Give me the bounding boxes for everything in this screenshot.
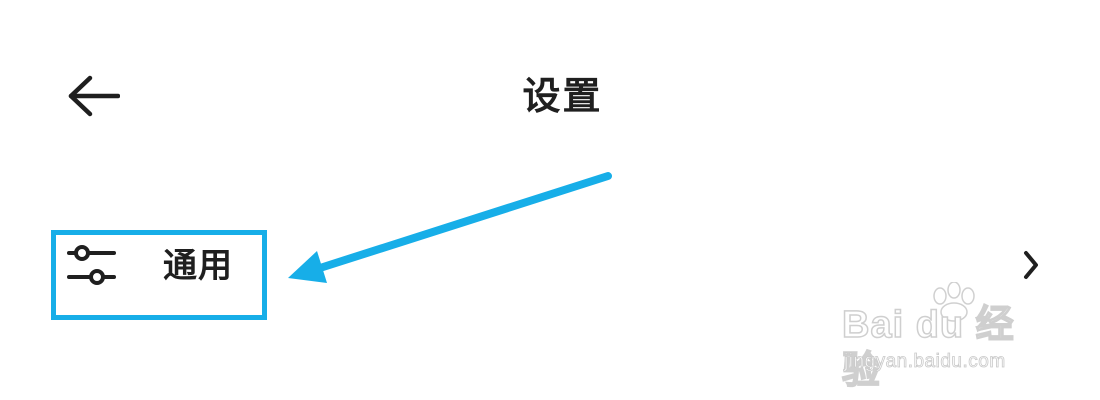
sliders-icon bbox=[67, 245, 116, 285]
settings-item-label: 通用 bbox=[163, 246, 233, 286]
watermark-logo-text: Bai du 经验 bbox=[841, 303, 1015, 393]
app-header: 设置 bbox=[0, 60, 1100, 132]
page-title: 设置 bbox=[522, 74, 603, 118]
chevron-right-icon bbox=[1024, 251, 1038, 279]
settings-item-general[interactable]: 通用 bbox=[0, 215, 1100, 315]
watermark-url: jingyan.baidu.com bbox=[844, 351, 1006, 373]
settings-page: 设置 通用 Bai du 经验 jingyan.baidu.com bbox=[0, 0, 1100, 400]
